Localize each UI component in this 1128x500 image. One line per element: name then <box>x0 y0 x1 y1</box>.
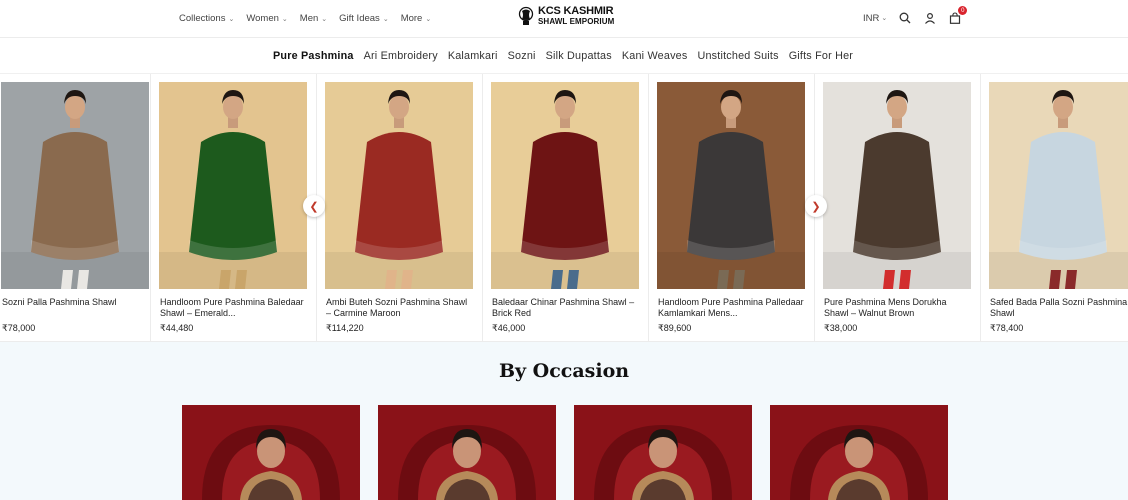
occasion-card[interactable] <box>378 405 556 500</box>
product-title[interactable]: Pure Pashmina Mens Dorukha Shawl – Walnu… <box>824 297 972 319</box>
logo-subtitle: SHAWL EMPORIUM <box>538 17 615 26</box>
product-price: ₹46,000 <box>492 323 526 333</box>
product-title[interactable]: Handloom Pure Pashmina Baledaar Shawl – … <box>160 297 308 319</box>
category-list: Pure Pashmina Ari Embroidery Kalamkari S… <box>273 50 853 62</box>
nav-label: Gift Ideas <box>339 13 380 24</box>
product-image[interactable] <box>159 82 307 289</box>
product-price: ₹78,000 <box>2 323 36 333</box>
occasion-card[interactable] <box>574 405 752 500</box>
nav-label: More <box>400 13 423 24</box>
chevron-left-icon: ❮ <box>309 200 319 213</box>
product-title[interactable]: Handloom Pure Pashmina Palledaar Kamlamk… <box>658 297 806 319</box>
product-image[interactable] <box>989 82 1128 289</box>
product-card[interactable]: Safed Bada Palla Sozni Pashmina Shawl ₹7… <box>980 74 1128 342</box>
product-price: ₹89,600 <box>658 323 692 333</box>
product-price: ₹44,480 <box>160 323 194 333</box>
occasion-photo <box>182 405 360 500</box>
nav-more[interactable]: More ⌄ <box>401 13 432 24</box>
product-photo <box>159 82 307 289</box>
product-card[interactable]: Sozni Palla Pashmina Shawl ₹78,000 <box>0 74 157 342</box>
search-icon[interactable] <box>898 11 912 25</box>
category-kalamkari[interactable]: Kalamkari <box>448 50 498 62</box>
product-card[interactable]: Handloom Pure Pashmina Baledaar Shawl – … <box>150 74 315 342</box>
product-photo <box>989 82 1128 289</box>
chevron-down-icon: ⌄ <box>321 15 328 23</box>
nav-gift-ideas[interactable]: Gift Ideas ⌄ <box>339 13 389 24</box>
product-card[interactable]: Handloom Pure Pashmina Palledaar Kamlamk… <box>648 74 813 342</box>
occasion-section: By Occasion <box>0 342 1128 500</box>
product-title[interactable]: Baledaar Chinar Pashmina Shawl – Brick R… <box>492 297 640 319</box>
product-price: ₹78,400 <box>990 323 1024 333</box>
product-title[interactable]: Ambi Buteh Sozni Pashmina Shawl – Carmin… <box>326 297 474 319</box>
user-icon[interactable] <box>923 11 937 25</box>
category-unstitched-suits[interactable]: Unstitched Suits <box>697 50 778 62</box>
product-photo <box>325 82 473 289</box>
occasion-card[interactable] <box>182 405 360 500</box>
product-photo <box>491 82 639 289</box>
category-gifts-for-her[interactable]: Gifts For Her <box>789 50 853 62</box>
occasion-photo <box>378 405 556 500</box>
occasion-photo <box>770 405 948 500</box>
carousel-next-button[interactable]: ❯ <box>805 195 827 217</box>
nav-women[interactable]: Women ⌄ <box>246 13 287 24</box>
currency-label: INR <box>863 12 880 24</box>
nav-collections[interactable]: Collections ⌄ <box>179 13 234 24</box>
category-ari-embroidery[interactable]: Ari Embroidery <box>364 50 438 62</box>
category-silk-dupattas[interactable]: Silk Dupattas <box>546 50 612 62</box>
product-photo <box>1 82 149 289</box>
product-card[interactable]: Pure Pashmina Mens Dorukha Shawl – Walnu… <box>814 74 979 342</box>
main-nav: Collections ⌄ Women ⌄ Men ⌄ Gift Ideas ⌄ Mor… <box>179 13 431 24</box>
section-title: By Occasion <box>498 360 630 382</box>
product-image[interactable] <box>491 82 639 289</box>
product-image[interactable] <box>325 82 473 289</box>
product-photo <box>657 82 805 289</box>
logo-emblem-icon <box>518 6 534 25</box>
product-image[interactable] <box>1 82 149 289</box>
site-logo[interactable]: KCS KASHMIR SHAWL EMPORIUM <box>518 6 614 26</box>
nav-label: Women <box>246 13 279 24</box>
logo-title: KCS KASHMIR <box>538 5 614 17</box>
product-title[interactable]: Sozni Palla Pashmina Shawl <box>2 297 150 308</box>
chevron-down-icon: ⌄ <box>228 15 235 23</box>
product-card[interactable]: Ambi Buteh Sozni Pashmina Shawl – Carmin… <box>316 74 481 342</box>
product-image[interactable] <box>657 82 805 289</box>
product-title[interactable]: Safed Bada Palla Sozni Pashmina Shawl <box>990 297 1128 319</box>
nav-label: Men <box>299 13 319 24</box>
product-image[interactable] <box>823 82 971 289</box>
nav-label: Collections <box>179 13 226 24</box>
chevron-down-icon: ⌄ <box>281 15 288 23</box>
nav-men[interactable]: Men ⌄ <box>300 13 327 24</box>
category-pure-pashmina[interactable]: Pure Pashmina <box>273 50 354 62</box>
chevron-down-icon: ⌄ <box>382 15 389 23</box>
occasion-card[interactable] <box>770 405 948 500</box>
category-sozni[interactable]: Sozni <box>508 50 536 62</box>
header-tools: INR ⌄ 0 <box>863 6 968 25</box>
chevron-right-icon: ❯ <box>811 200 821 213</box>
product-price: ₹114,220 <box>326 323 364 333</box>
category-kani-weaves[interactable]: Kani Weaves <box>622 50 688 62</box>
carousel-prev-button[interactable]: ❮ <box>303 195 325 217</box>
chevron-down-icon: ⌄ <box>881 15 888 22</box>
product-carousel: Sozni Palla Pashmina Shawl ₹78,000 Handl… <box>0 74 1128 342</box>
product-card[interactable]: Baledaar Chinar Pashmina Shawl – Brick R… <box>482 74 647 342</box>
occasion-photo <box>574 405 752 500</box>
category-bar: Pure Pashmina Ari Embroidery Kalamkari S… <box>0 39 1128 74</box>
product-price: ₹38,000 <box>824 323 858 333</box>
product-photo <box>823 82 971 289</box>
currency-selector[interactable]: INR ⌄ <box>863 13 887 24</box>
bag-icon[interactable]: 0 <box>948 6 968 25</box>
cart-count-badge: 0 <box>958 6 968 15</box>
chevron-down-icon: ⌄ <box>425 15 432 23</box>
site-header: Collections ⌄ Women ⌄ Men ⌄ Gift Ideas ⌄ Mor… <box>0 0 1128 38</box>
